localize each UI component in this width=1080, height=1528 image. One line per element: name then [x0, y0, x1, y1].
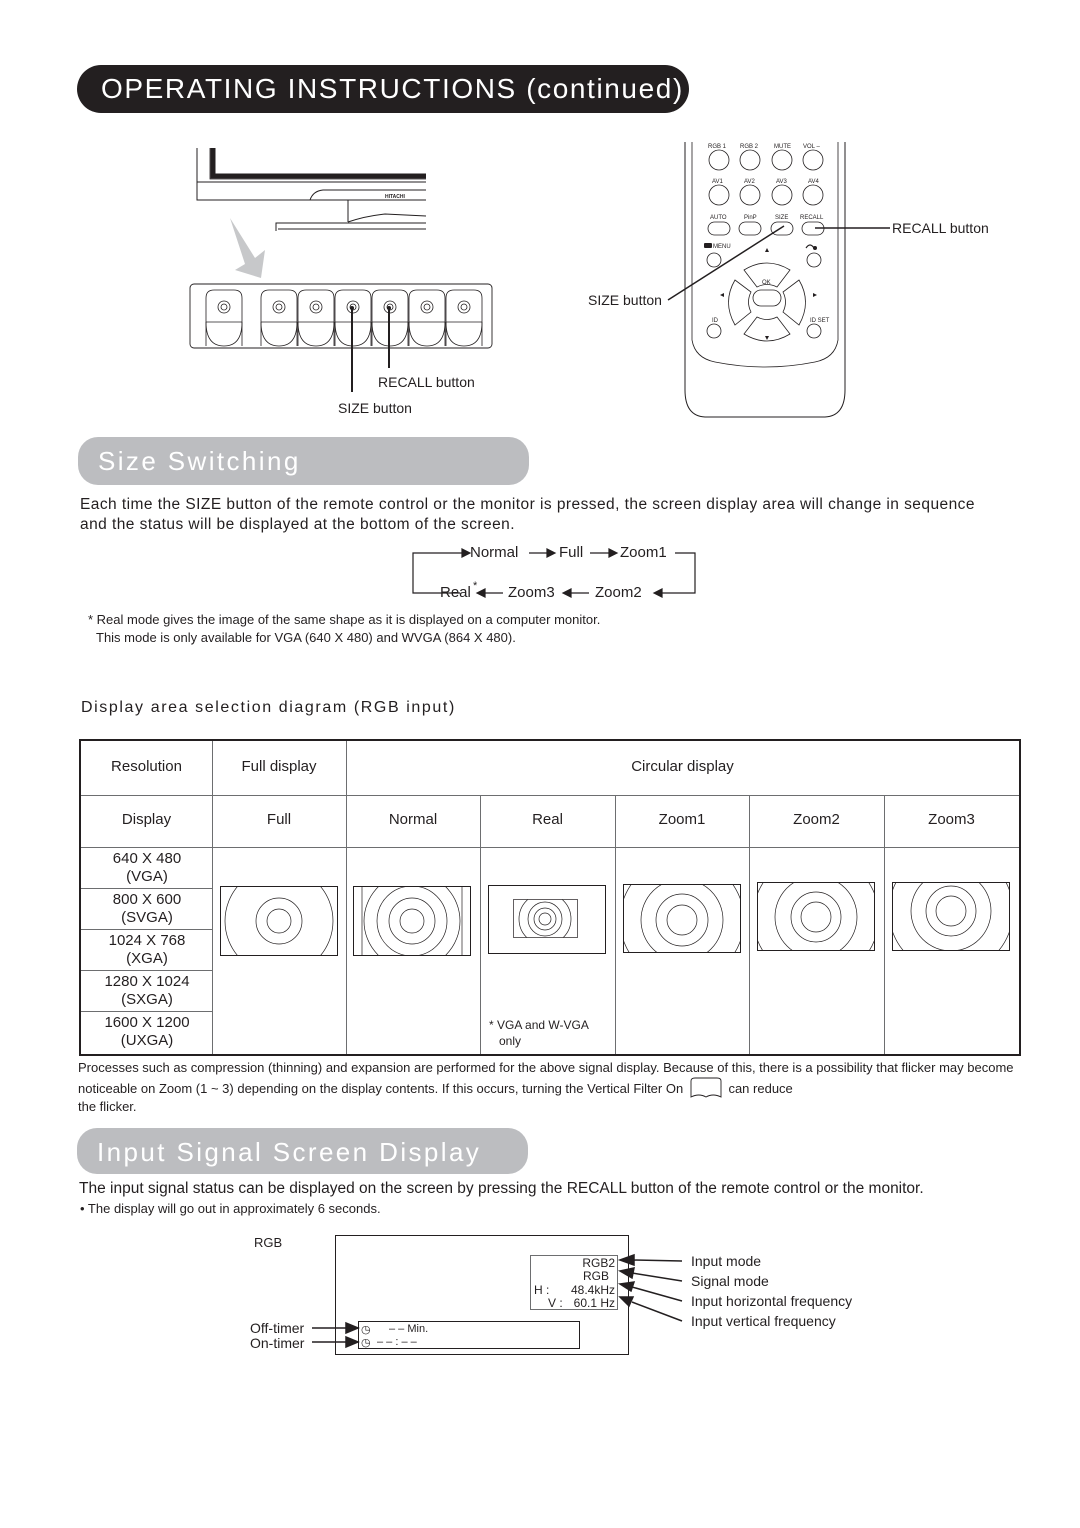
header-full-display: Full display: [241, 758, 317, 775]
real-mode-footnote-2: This mode is only available for VGA (640…: [96, 630, 516, 645]
flow-full: Full: [559, 544, 584, 561]
monitor-figure: HITACHI RECALL button SIZE button: [185, 140, 495, 420]
flow-zoom3: Zoom3: [508, 584, 555, 601]
panel-button: [297, 289, 335, 346]
size-switching-description: Each time the SIZE button of the remote …: [80, 496, 975, 533]
flicker-note-text: Processes such as compression (thinning)…: [78, 1060, 1014, 1096]
callout-signal-mode: Signal mode: [691, 1273, 769, 1289]
resolution-row: 1600 X 1200 (UXGA): [104, 1014, 190, 1049]
size-switching-heading: Size Switching: [78, 437, 529, 485]
remote-label-rgb1: RGB 1: [708, 144, 727, 150]
page-title: OPERATING INSTRUCTIONS (continued): [77, 65, 689, 113]
callout-on-timer: On-timer: [250, 1335, 305, 1351]
osd-diagram: RGB RGB2 RGB H : 48.4kHz V : 60.1 Hz ◷ –…: [240, 1225, 880, 1365]
header-full: Full: [266, 811, 292, 828]
display-area-table: Resolution Full display Circular display…: [79, 739, 1021, 1056]
remote-button: [707, 221, 731, 236]
remote-illustration: [667, 142, 890, 418]
callout-off-timer: Off-timer: [250, 1320, 305, 1336]
zoom1-display-diagram: [623, 884, 741, 953]
remote-button: [708, 184, 730, 206]
remote-recall-button-label: RECALL button: [892, 220, 989, 236]
remote-label-av3: AV3: [776, 179, 787, 185]
remote-button: [738, 221, 762, 236]
remote-size-button-label: SIZE button: [588, 292, 662, 308]
book-icon: [689, 1077, 723, 1098]
input-signal-bullet: • The display will go out in approximate…: [80, 1201, 381, 1216]
remote-label-rgb2: RGB 2: [740, 144, 759, 150]
flicker-note-text-3: the flicker.: [78, 1099, 137, 1114]
header-zoom1: Zoom1: [658, 811, 706, 828]
flow-normal: Normal: [470, 544, 519, 561]
remote-label-auto: AUTO: [710, 215, 727, 221]
size-sequence-diagram: Normal Full Zoom1 Real * Zoom3 Zoom2: [405, 540, 705, 610]
resolution-row: 800 X 600 (SVGA): [112, 891, 182, 926]
callout-h-freq: Input horizontal frequency: [691, 1293, 853, 1309]
display-area-heading: Display area selection diagram (RGB inpu…: [81, 699, 456, 716]
svg-text:HITACHI: HITACHI: [385, 194, 406, 200]
panel-button: [408, 289, 446, 346]
monitor-size-button-label: SIZE button: [338, 400, 412, 416]
header-resolution: Resolution: [111, 758, 182, 775]
panel-button: [445, 289, 483, 346]
resolution-row: 1024 X 768 (XGA): [108, 932, 186, 967]
flicker-note: Processes such as compression (thinning)…: [78, 1059, 1018, 1116]
monitor-recall-button-label: RECALL button: [378, 374, 475, 390]
flow-real: Real: [440, 584, 471, 601]
remote-label-ok: OK: [762, 280, 771, 286]
remote-label-id-set: ID SET: [810, 318, 830, 324]
return-icon: [805, 244, 815, 249]
remote-button: [739, 184, 761, 206]
normal-display-diagram: [353, 886, 471, 956]
remote-label-mute: MUTE: [774, 144, 791, 150]
zoom3-display-diagram: [892, 882, 1010, 951]
flow-zoom2: Zoom2: [595, 584, 642, 601]
remote-button: [739, 149, 761, 171]
resolution-row: 1280 X 1024 (SXGA): [104, 973, 190, 1008]
remote-label-menu: MENU: [713, 244, 731, 250]
real-availability-note-2: only: [499, 1034, 522, 1048]
remote-label-id: ID: [712, 318, 718, 324]
callout-input-mode: Input mode: [691, 1253, 762, 1269]
header-normal: Normal: [388, 811, 438, 828]
remote-button: [802, 184, 824, 206]
remote-label-pinp: PinP: [744, 215, 757, 221]
remote-button: [802, 149, 824, 171]
remote-figure: RGB 1 RGB 2 MUTE VOL – AV1 AV2 AV3 AV4 A…: [580, 140, 1010, 425]
input-signal-description: The input signal status can be displayed…: [79, 1180, 924, 1197]
header-zoom3: Zoom3: [928, 811, 975, 828]
remote-button: [771, 184, 793, 206]
remote-label-size: SIZE: [775, 215, 789, 221]
arrow-icon: [230, 218, 265, 278]
remote-button: [708, 149, 730, 171]
zoom2-display-diagram: [757, 882, 875, 951]
real-display-diagram: [488, 885, 606, 954]
remote-label-av2: AV2: [744, 179, 755, 185]
resolution-row: 640 X 480 (VGA): [112, 850, 182, 885]
real-mode-footnote: * Real mode gives the image of the same …: [88, 612, 601, 627]
callout-v-freq: Input vertical frequency: [691, 1313, 836, 1329]
remote-label-recall: RECALL: [800, 215, 824, 221]
remote-label-av1: AV1: [712, 179, 723, 185]
input-signal-heading: Input Signal Screen Display: [77, 1128, 528, 1174]
header-zoom2: Zoom2: [793, 811, 840, 828]
remote-label-av4: AV4: [808, 179, 819, 185]
remote-label-vol: VOL –: [803, 144, 820, 150]
full-display-diagram: [220, 886, 338, 956]
remote-button: [771, 149, 793, 171]
panel-button: [260, 289, 298, 346]
header-real: Real: [532, 811, 563, 828]
flow-zoom1: Zoom1: [620, 544, 667, 561]
header-display: Display: [121, 811, 172, 828]
menu-icon: [704, 243, 712, 248]
flow-real-asterisk: *: [473, 580, 478, 592]
flicker-note-text-2: can reduce: [728, 1081, 793, 1096]
header-circular-display: Circular display: [631, 758, 734, 775]
